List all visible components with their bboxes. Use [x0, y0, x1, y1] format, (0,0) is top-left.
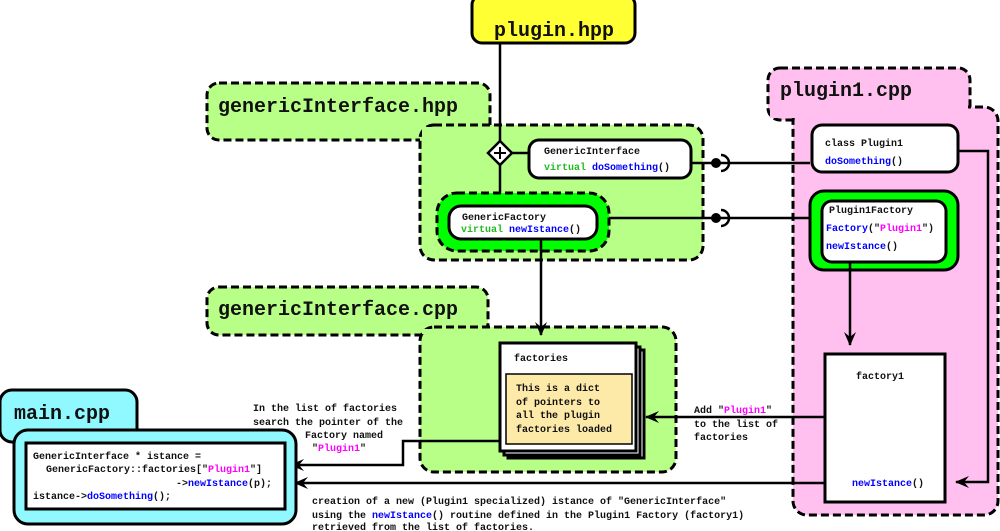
lollipop-icon	[711, 213, 721, 223]
generic-interface-class: GenericInterface virtual doSomething()	[527, 138, 693, 180]
method-signature: newIstance()	[852, 478, 924, 490]
annotation-line: In the list of factories	[253, 403, 397, 415]
annotation-line: to the list of	[694, 419, 778, 431]
annotation-line: using the newIstance() routine defined i…	[312, 510, 744, 522]
annotation-line: factories	[694, 432, 748, 444]
generic-interface-hpp-title: genericInterface.hpp	[218, 96, 458, 119]
generic-interface-cpp-title: genericInterface.cpp	[218, 299, 458, 322]
plugin1-cpp-title: plugin1.cpp	[780, 80, 912, 103]
constructor-signature: Factory("Plugin1")	[826, 223, 934, 235]
method-signature: virtual doSomething()	[544, 162, 670, 174]
main-cpp-file: main.cpp GenericInterface * istance = Ge…	[0, 388, 298, 526]
annotation-line: Factory named	[305, 430, 383, 442]
code-line: GenericInterface * istance =	[33, 451, 201, 463]
note-line: factories loaded	[516, 424, 612, 436]
creation-annotation: creation of a new (Plugin1 specialized) …	[312, 496, 744, 531]
plugin-hpp-file: plugin.hpp	[470, 0, 637, 45]
dict-title: factories	[514, 353, 568, 365]
factory1-object: factory1 newIstance()	[823, 352, 947, 504]
class-name: GenericInterface	[544, 146, 640, 158]
method-signature: newIstance()	[826, 241, 898, 253]
method-signature: virtual newIstance()	[461, 224, 581, 236]
generic-factory-class: GenericFactory virtual newIstance()	[435, 191, 611, 253]
annotation-line: Add "Plugin1"	[694, 405, 772, 417]
main-cpp-title: main.cpp	[14, 403, 110, 426]
note-line: all the plugin	[516, 410, 600, 422]
factories-dict: factories This is a dict of pointers to …	[498, 341, 646, 460]
note-line: of pointers to	[516, 397, 600, 409]
code-line: ->newIstance(p);	[176, 478, 272, 490]
plugin1-factory-class: Plugin1Factory Factory("Plugin1") newIst…	[808, 189, 960, 272]
annotation-line: retrieved from the list of factories.	[312, 522, 534, 531]
lollipop-icon	[711, 158, 721, 168]
class-name: GenericFactory	[462, 212, 546, 224]
class-name: class Plugin1	[825, 138, 903, 150]
code-line: GenericFactory::factories["Plugin1"]	[46, 464, 262, 476]
plugin-architecture-diagram: plugin1.cpp genericInterface.hpp generic…	[0, 0, 1000, 531]
method-signature: doSomething()	[825, 156, 903, 168]
add-annotation: Add "Plugin1" to the list of factories	[694, 405, 778, 444]
note-line: This is a dict	[516, 383, 600, 395]
plugin-hpp-title: plugin.hpp	[494, 20, 614, 43]
code-line: istance->doSomething();	[33, 491, 171, 503]
plugin1-class: class Plugin1 doSomething()	[810, 123, 960, 174]
annotation-line: "Plugin1"	[312, 443, 366, 455]
annotation-line: creation of a new (Plugin1 specialized) …	[312, 496, 726, 508]
class-name: Plugin1Factory	[829, 205, 913, 217]
annotation-line: search the pointer of the	[253, 417, 403, 429]
object-name: factory1	[856, 371, 904, 383]
